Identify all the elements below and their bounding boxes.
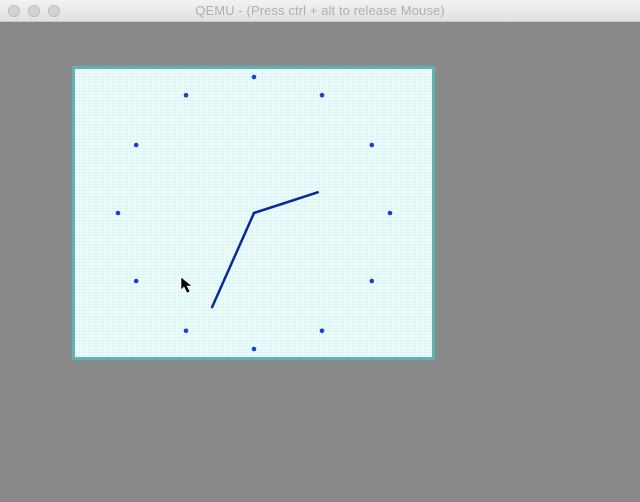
hour-mark-dot <box>251 74 257 80</box>
hour-mark-dot <box>319 328 325 334</box>
hour-mark-dot <box>251 346 257 352</box>
hour-mark-dot <box>387 210 393 216</box>
minute-hand <box>210 211 256 309</box>
hour-mark-dot <box>133 142 139 148</box>
qemu-window: QEMU - (Press ctrl + alt to release Mous… <box>0 0 640 502</box>
hour-mark-dot <box>133 278 139 284</box>
title-bar[interactable]: QEMU - (Press ctrl + alt to release Mous… <box>0 0 640 22</box>
hour-mark-dot <box>115 210 121 216</box>
mouse-pointer-icon <box>180 276 193 294</box>
hour-mark-dot <box>369 278 375 284</box>
hour-mark-dot <box>183 92 189 98</box>
window-title: QEMU - (Press ctrl + alt to release Mous… <box>195 3 445 18</box>
guest-screen[interactable] <box>0 22 640 502</box>
hour-mark-dot <box>369 142 375 148</box>
clock-face <box>115 74 393 352</box>
hour-mark-dot <box>183 328 189 334</box>
hour-mark-dot <box>319 92 325 98</box>
hour-hand <box>252 191 319 215</box>
